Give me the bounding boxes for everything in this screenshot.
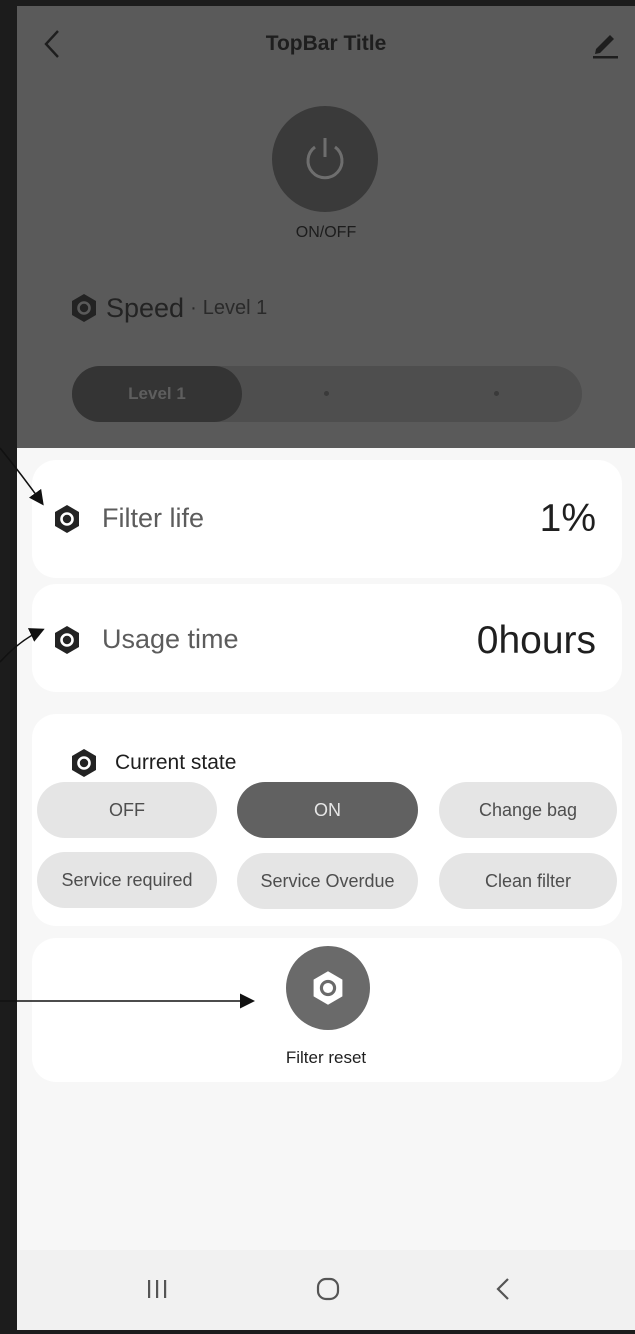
hex-nut-icon	[55, 504, 79, 533]
edit-button[interactable]	[587, 26, 623, 62]
speed-level-option-3[interactable]	[494, 391, 499, 396]
speed-level-selector[interactable]: Level 1	[72, 366, 582, 422]
state-chip-service-required[interactable]: Service required	[37, 852, 217, 908]
home-button[interactable]	[298, 1264, 358, 1314]
hex-nut-icon	[313, 971, 343, 1005]
speed-header: Speed · Level 1	[69, 288, 267, 328]
usage-time-row: Usage time	[52, 624, 239, 655]
usage-time-label: Usage time	[102, 624, 239, 654]
usage-time-card: Usage time 0hours	[32, 584, 622, 692]
power-icon	[306, 138, 344, 180]
device-frame-left	[0, 0, 17, 1334]
filter-life-card: Filter life 1%	[32, 460, 622, 578]
topbar-title: TopBar Title	[265, 32, 387, 55]
system-navbar	[17, 1250, 635, 1330]
home-icon	[316, 1277, 340, 1301]
hex-nut-icon	[55, 625, 79, 654]
app-screen: TopBar Title ON/OFF Speed · Level 1 Leve…	[17, 6, 635, 1330]
state-chip-clean-filter[interactable]: Clean filter	[439, 853, 617, 909]
state-chip-service-overdue[interactable]: Service Overdue	[237, 853, 418, 909]
current-state-title: Current state	[115, 751, 237, 774]
power-label: ON/OFF	[295, 224, 357, 241]
state-chip-on[interactable]: ON	[237, 782, 418, 838]
current-state-header: Current state	[69, 748, 236, 778]
filter-reset-button[interactable]	[286, 946, 370, 1030]
power-button[interactable]	[272, 106, 378, 212]
state-chip-off[interactable]: OFF	[37, 782, 217, 838]
recents-button[interactable]	[127, 1264, 187, 1314]
filter-life-row: Filter life	[52, 503, 204, 534]
speed-separator: ·	[190, 296, 197, 319]
filter-life-value: 1%	[539, 497, 596, 540]
nav-back-button[interactable]	[473, 1264, 533, 1314]
speed-label: Speed	[106, 292, 185, 323]
hex-nut-icon	[72, 294, 96, 322]
speed-level-option-selected[interactable]: Level 1	[72, 366, 242, 422]
speed-level-option-2[interactable]	[324, 391, 329, 396]
pencil-icon	[593, 35, 618, 59]
filter-life-label: Filter life	[102, 503, 205, 533]
recents-icon	[148, 1280, 167, 1298]
hex-nut-icon	[72, 749, 96, 777]
back-chevron-icon	[496, 1278, 509, 1300]
speed-value: Level 1	[202, 296, 268, 319]
device-frame-bottom	[0, 1330, 635, 1334]
state-chip-change-bag[interactable]: Change bag	[439, 782, 617, 838]
dimmed-overlay: TopBar Title ON/OFF Speed · Level 1 Leve…	[17, 6, 635, 448]
usage-time-value: 0hours	[476, 619, 596, 662]
filter-reset-label: Filter reset	[285, 1048, 367, 1067]
